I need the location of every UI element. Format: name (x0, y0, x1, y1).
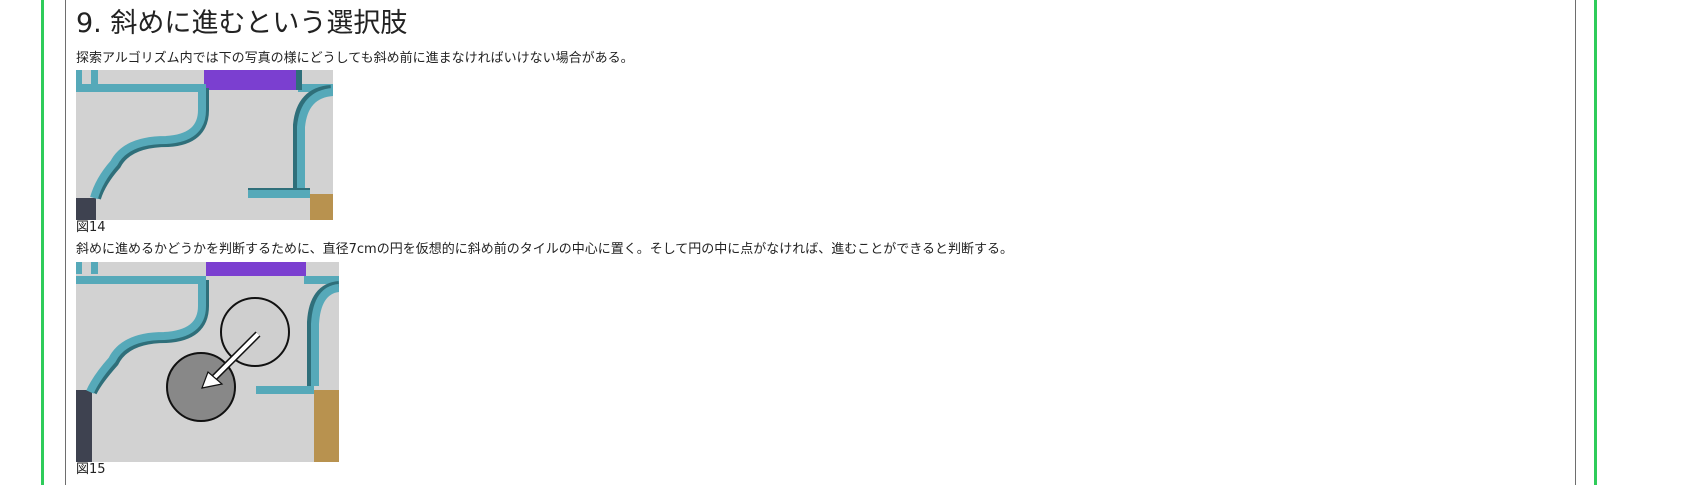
intro-paragraph: 探索アルゴリズム内では下の写真の様にどうしても斜め前に進まなければいけない場合が… (76, 51, 634, 66)
left-accent-border (41, 0, 44, 485)
gold-tile (310, 194, 333, 220)
gold-tile (314, 390, 339, 462)
wall-bottom (248, 190, 310, 198)
section-title: 9. 斜めに進むという選択肢 (76, 8, 408, 39)
page: 9. 斜めに進むという選択肢 探索アルゴリズム内では下の写真の様にどうしても斜め… (0, 0, 1686, 485)
dark-tile (76, 390, 92, 462)
wall-top-left (76, 84, 206, 92)
right-accent-border (1594, 0, 1597, 485)
figure-15-image (76, 262, 339, 462)
target-circle (220, 297, 290, 367)
figure-15-caption: 図15 (76, 462, 106, 477)
purple-tile (204, 70, 298, 90)
wall-bottom (256, 386, 314, 394)
purple-tile (206, 262, 306, 276)
figure-14-image (76, 70, 333, 220)
figure-14-caption: 図14 (76, 220, 106, 235)
dark-tile (76, 198, 96, 220)
explanation-paragraph: 斜めに進めるかどうかを判断するために、直径7cmの円を仮想的に斜め前のタイルの中… (76, 242, 1014, 257)
wall-top-left (76, 276, 206, 284)
